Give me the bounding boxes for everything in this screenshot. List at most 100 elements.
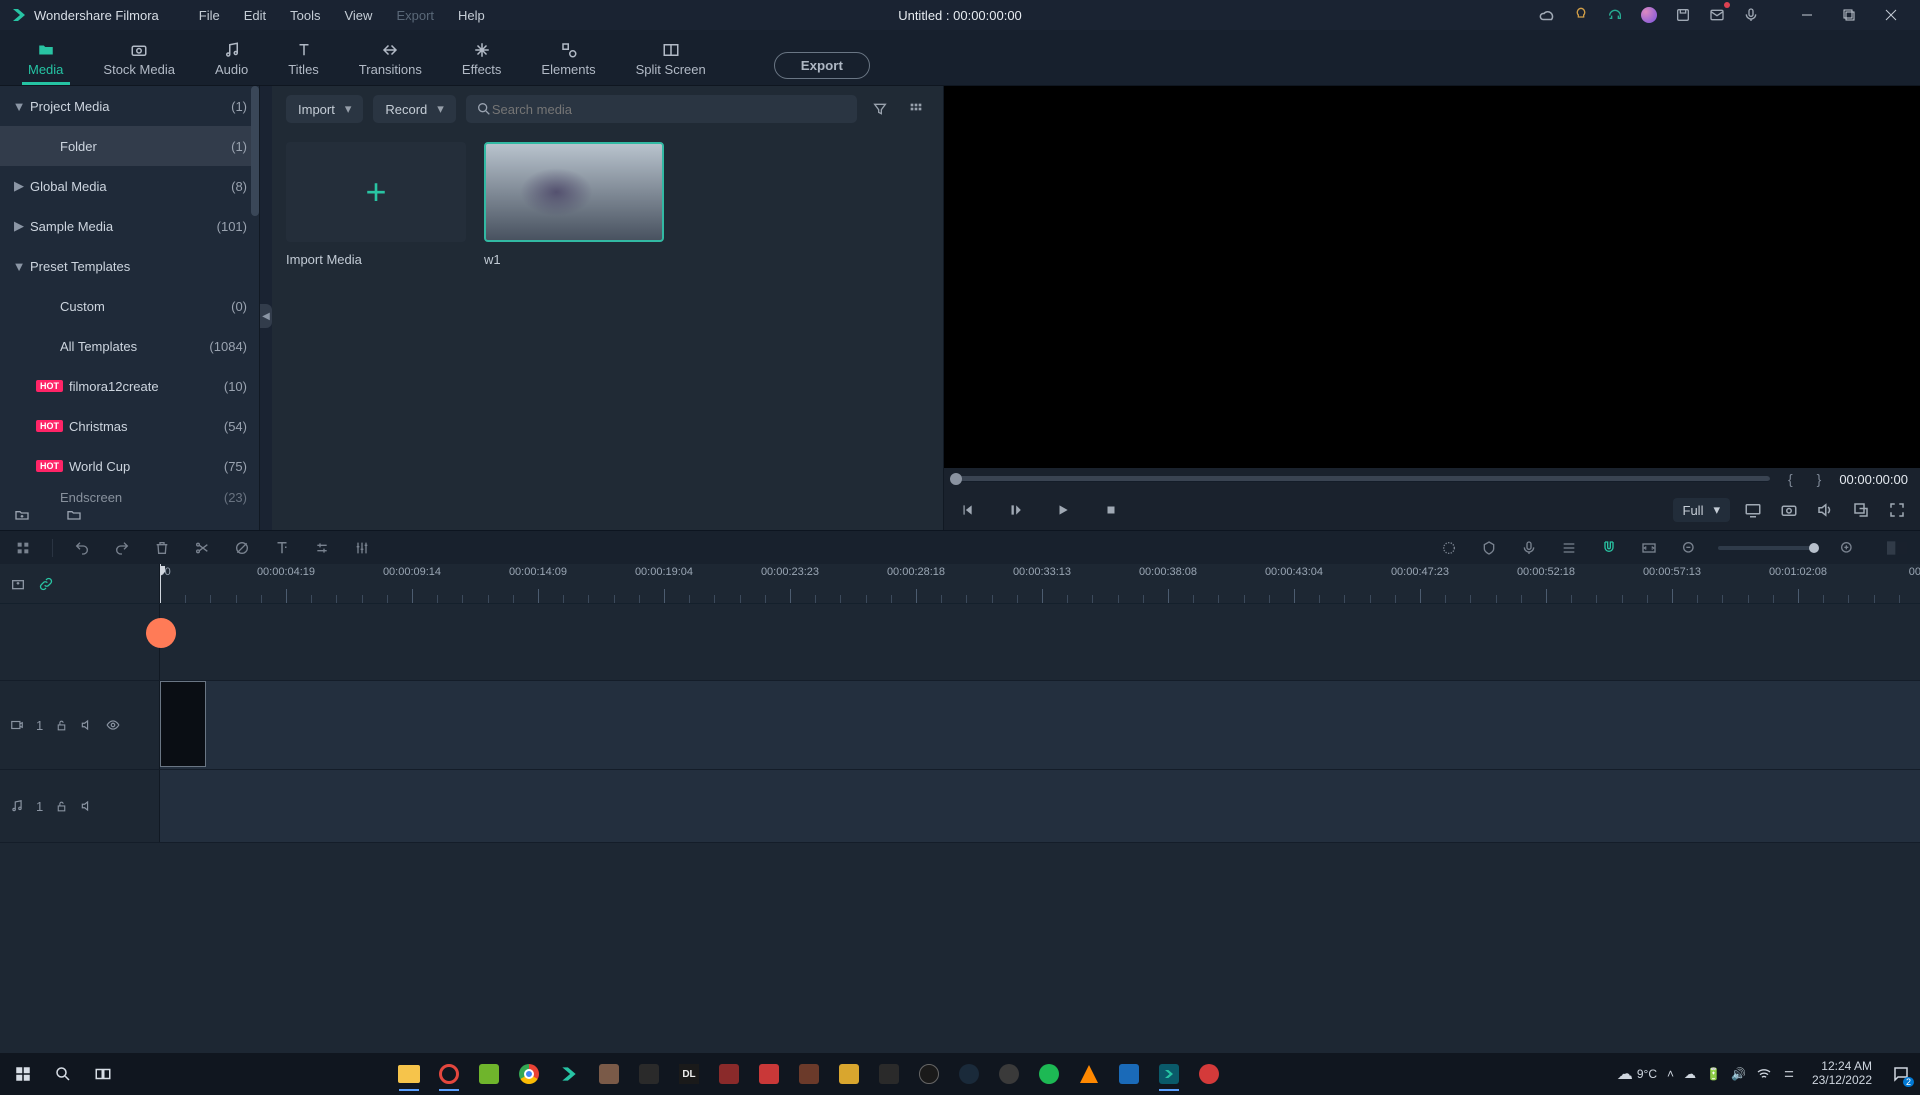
- fit-icon[interactable]: [1638, 537, 1660, 559]
- tree-scrollbar[interactable]: [251, 86, 259, 500]
- app-icon-8[interactable]: [872, 1057, 906, 1091]
- play-pause-button[interactable]: [1004, 499, 1026, 521]
- tray-chevron-icon[interactable]: ˄: [1667, 1067, 1674, 1081]
- grid-view-icon[interactable]: [903, 96, 929, 122]
- video-track[interactable]: [160, 681, 1920, 769]
- mic-icon[interactable]: [1740, 4, 1762, 26]
- filmora-taskbar-icon[interactable]: [552, 1057, 586, 1091]
- time-ruler[interactable]: 0:0000:00:04:1900:00:09:1400:00:14:0900:…: [160, 564, 1920, 603]
- tab-stock-media[interactable]: Stock Media: [83, 33, 195, 85]
- notifications-button[interactable]: 2: [1888, 1061, 1914, 1087]
- fullscreen-icon[interactable]: [1886, 499, 1908, 521]
- menu-edit[interactable]: Edit: [232, 2, 278, 29]
- avatar-icon[interactable]: [1638, 4, 1660, 26]
- filmora-running-icon[interactable]: [1152, 1057, 1186, 1091]
- voiceover-icon[interactable]: [1518, 537, 1540, 559]
- video-clip[interactable]: [160, 681, 206, 767]
- search-input[interactable]: [492, 102, 847, 117]
- stop-button[interactable]: [1100, 499, 1122, 521]
- obs-icon[interactable]: [432, 1057, 466, 1091]
- timeline-add-icon[interactable]: [10, 576, 26, 592]
- crop-button[interactable]: [231, 537, 253, 559]
- render-icon[interactable]: [1438, 537, 1460, 559]
- timeline-view-icon[interactable]: [1886, 537, 1908, 559]
- quality-select[interactable]: Full▾: [1673, 498, 1730, 522]
- lock-icon[interactable]: [55, 719, 68, 732]
- task-view-button[interactable]: [86, 1057, 120, 1091]
- play-button[interactable]: [1052, 499, 1074, 521]
- tray-onedrive-icon[interactable]: ☁: [1684, 1067, 1696, 1081]
- tree-all-templates[interactable]: All Templates(1084): [0, 326, 259, 366]
- headset-icon[interactable]: [1604, 4, 1626, 26]
- prev-frame-button[interactable]: [956, 499, 978, 521]
- app-icon-12[interactable]: [1112, 1057, 1146, 1091]
- marker-icon[interactable]: [1478, 537, 1500, 559]
- app-icon-2[interactable]: [632, 1057, 666, 1091]
- timeline-empty[interactable]: [0, 843, 1920, 1053]
- app-icon-13[interactable]: [1192, 1057, 1226, 1091]
- split-button[interactable]: [191, 537, 213, 559]
- display-icon[interactable]: [1742, 499, 1764, 521]
- app-icon-4[interactable]: [712, 1057, 746, 1091]
- media-clip-w1[interactable]: w1: [484, 142, 664, 267]
- app-icon-6[interactable]: [792, 1057, 826, 1091]
- tab-titles[interactable]: Titles: [268, 33, 339, 85]
- undo-button[interactable]: [71, 537, 93, 559]
- cloud-icon[interactable]: [1536, 4, 1558, 26]
- menu-export[interactable]: Export: [384, 2, 446, 29]
- tree-custom[interactable]: Custom(0): [0, 286, 259, 326]
- app-icon-9[interactable]: [912, 1057, 946, 1091]
- weather-icon[interactable]: ☁9°C: [1617, 1064, 1657, 1084]
- tree-project-media[interactable]: ▼Project Media(1): [0, 86, 259, 126]
- app-icon-1[interactable]: [592, 1057, 626, 1091]
- preview-scrubber[interactable]: [956, 476, 1770, 482]
- tree-world-cup[interactable]: HOTWorld Cup(75): [0, 446, 259, 486]
- zoom-in-button[interactable]: [1836, 537, 1858, 559]
- redo-button[interactable]: [111, 537, 133, 559]
- zoom-out-button[interactable]: [1678, 537, 1700, 559]
- zoom-slider[interactable]: [1718, 546, 1818, 550]
- timeline-clip-marker[interactable]: [146, 618, 176, 648]
- tree-filmora12create[interactable]: HOTfilmora12create(10): [0, 366, 259, 406]
- volume-icon[interactable]: [1814, 499, 1836, 521]
- spotify-icon[interactable]: [1032, 1057, 1066, 1091]
- search-button[interactable]: [46, 1057, 80, 1091]
- adjust-button[interactable]: [311, 537, 333, 559]
- vlc-icon[interactable]: [1072, 1057, 1106, 1091]
- system-clock[interactable]: 12:24 AM 23/12/2022: [1812, 1060, 1872, 1088]
- message-icon[interactable]: [1706, 4, 1728, 26]
- tree-sample-media[interactable]: ▶Sample Media(101): [0, 206, 259, 246]
- tree-preset-templates[interactable]: ▼Preset Templates: [0, 246, 259, 286]
- eye-icon[interactable]: [106, 718, 120, 732]
- chrome-icon[interactable]: [512, 1057, 546, 1091]
- link-icon[interactable]: [38, 576, 54, 592]
- mute-icon[interactable]: [80, 799, 94, 813]
- delete-button[interactable]: [151, 537, 173, 559]
- tray-language-icon[interactable]: [1782, 1067, 1796, 1081]
- snapshot-icon[interactable]: [1778, 499, 1800, 521]
- tray-battery-icon[interactable]: 🔋: [1706, 1067, 1721, 1081]
- audio-track[interactable]: [160, 770, 1920, 842]
- import-dropdown[interactable]: Import▾: [286, 95, 363, 123]
- playhead[interactable]: [160, 564, 161, 603]
- preview-screen[interactable]: [944, 86, 1920, 468]
- tab-split-screen[interactable]: Split Screen: [616, 33, 726, 85]
- tab-audio[interactable]: Audio: [195, 33, 268, 85]
- tab-elements[interactable]: Elements: [521, 33, 615, 85]
- app-icon-5[interactable]: [752, 1057, 786, 1091]
- menu-file[interactable]: File: [187, 2, 232, 29]
- nvidia-icon[interactable]: [472, 1057, 506, 1091]
- app-icon-3[interactable]: DL: [672, 1057, 706, 1091]
- new-folder-icon[interactable]: [14, 507, 30, 523]
- search-media[interactable]: [466, 95, 857, 123]
- tree-global-media[interactable]: ▶Global Media(8): [0, 166, 259, 206]
- import-media-card[interactable]: + Import Media: [286, 142, 466, 267]
- audio-mixer-icon[interactable]: [1558, 537, 1580, 559]
- tab-effects[interactable]: Effects: [442, 33, 522, 85]
- menu-view[interactable]: View: [332, 2, 384, 29]
- filter-icon[interactable]: [867, 96, 893, 122]
- apps-icon[interactable]: [12, 537, 34, 559]
- tree-christmas[interactable]: HOTChristmas(54): [0, 406, 259, 446]
- minimize-button[interactable]: [1786, 0, 1828, 30]
- magnet-icon[interactable]: [1598, 537, 1620, 559]
